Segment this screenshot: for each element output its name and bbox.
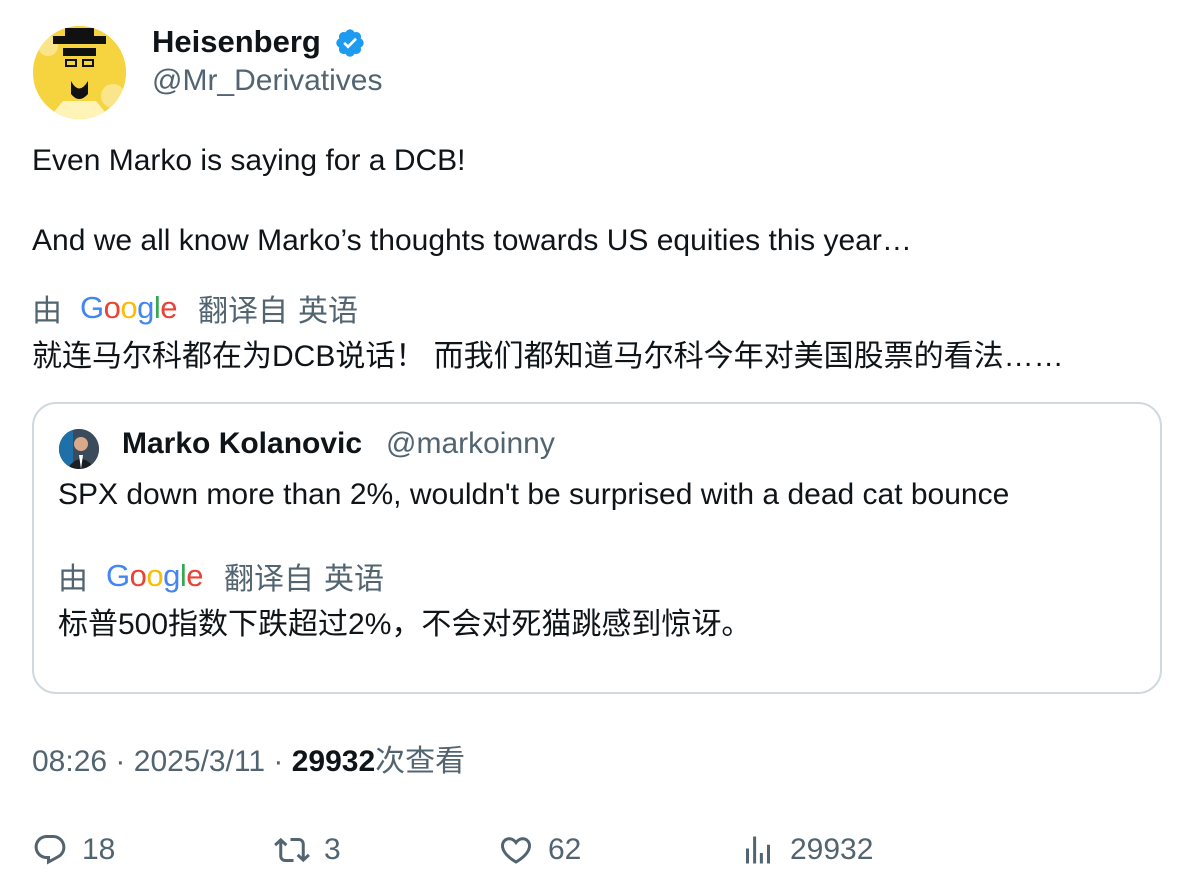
views-label: 次查看 [375, 745, 466, 778]
reply-button[interactable]: 18 [32, 828, 115, 872]
svg-text:Google: Google [106, 559, 203, 593]
quoted-translation-by-label: 由 [58, 563, 88, 596]
heart-icon [500, 837, 532, 864]
author-avatar[interactable] [33, 26, 126, 119]
views-action-count: 29932 [790, 833, 874, 866]
retweet-button[interactable]: 3 [274, 828, 341, 872]
author-name[interactable]: Heisenberg [152, 22, 321, 62]
like-count: 62 [548, 833, 582, 866]
translation-by-label: 由 [32, 295, 62, 328]
retweet-count: 3 [324, 833, 341, 866]
reply-count: 18 [82, 833, 116, 866]
quoted-author-avatar[interactable] [59, 429, 99, 469]
heisenberg-avatar-icon [33, 26, 126, 119]
quoted-source-language: 英语 [324, 563, 384, 596]
tweet-meta: 08:26 · 2025/3/11 · 29932次查看 [32, 742, 465, 782]
google-logo-icon: Google [80, 291, 178, 325]
meta-separator: · [115, 745, 126, 778]
verified-badge-icon [336, 29, 364, 57]
view-count: 29932 [291, 745, 376, 778]
retweet-icon [274, 837, 310, 863]
tweet-date[interactable]: 2025/3/11 [134, 745, 265, 778]
quoted-translation-attribution: 由 Google 翻译自 英语 [58, 556, 384, 596]
source-language: 英语 [298, 295, 358, 328]
quoted-tweet-text: SPX down more than 2%, wouldn't be surpr… [58, 478, 1010, 511]
meta-separator: · [273, 745, 284, 778]
translation-attribution: 由 Google 翻译自 英语 [32, 288, 358, 328]
google-logo-icon: Google [106, 559, 204, 593]
svg-text:Google: Google [80, 291, 177, 325]
marko-avatar-icon [59, 429, 99, 469]
tweet-text-line-2: And we all know Marko’s thoughts towards… [32, 224, 912, 257]
tweet-time[interactable]: 08:26 [32, 745, 107, 778]
analytics-bars-icon [746, 836, 770, 864]
quoted-author-name[interactable]: Marko Kolanovic [122, 424, 362, 464]
quoted-translated-from-label: 翻译自 [224, 563, 314, 596]
tweet-text-line-1: Even Marko is saying for a DCB! [32, 144, 466, 177]
views-button[interactable]: 29932 [740, 828, 873, 872]
author-handle[interactable]: @Mr_Derivatives [152, 62, 383, 100]
like-button[interactable]: 62 [498, 828, 581, 872]
translated-from-label: 翻译自 [198, 295, 288, 328]
quoted-author-handle[interactable]: @markoinny [386, 424, 555, 464]
translated-text: 就连马尔科都在为DCB说话！ 而我们都知道马尔科今年对美国股票的看法…… [32, 340, 1064, 373]
quoted-tweet-card[interactable]: Marko Kolanovic @markoinny SPX down more… [32, 402, 1162, 694]
reply-icon [34, 835, 66, 865]
quoted-translated-text: 标普500指数下跌超过2%，不会对死猫跳感到惊讶。 [58, 608, 752, 641]
